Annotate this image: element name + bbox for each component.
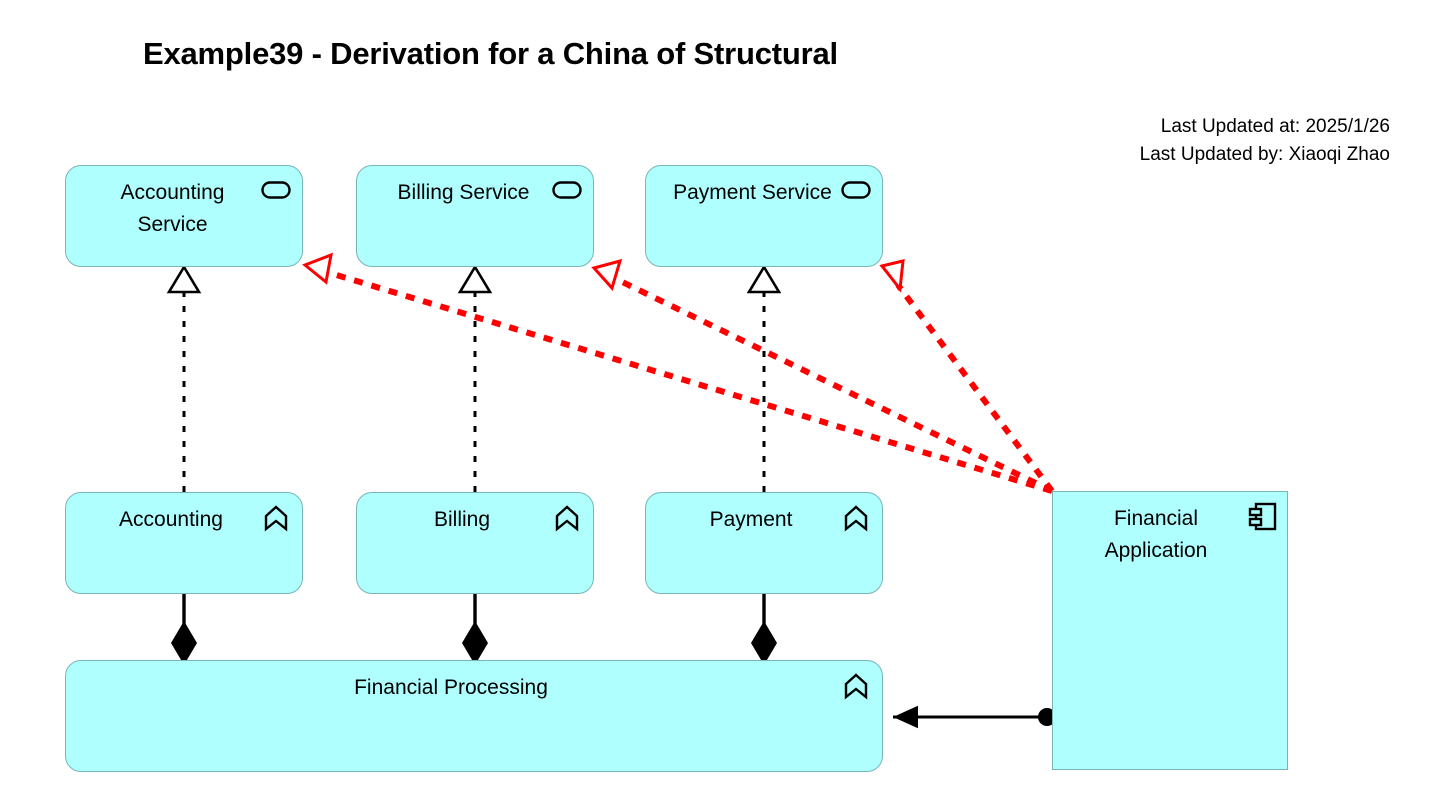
node-label: Billing Service [397,181,530,204]
node-label: Accounting [119,508,223,531]
rel-realization-payment [746,264,782,492]
rel-composition-accounting [171,594,197,665]
node-financial-application[interactable]: Financial Application [1052,491,1288,770]
application-service-icon [840,176,872,206]
node-billing-service[interactable]: Billing Service [356,165,594,267]
last-updated-by: Last Updated by: Xiaoqi Zhao [1139,143,1390,165]
node-accounting-service[interactable]: Accounting Service [65,165,303,267]
node-label: Payment Service [673,181,832,204]
rel-composition-billing [462,594,488,665]
application-function-icon [551,503,583,533]
application-service-icon [551,176,583,206]
node-label: Payment [709,508,793,531]
node-label: Accounting Service [120,181,225,236]
application-component-icon [1248,501,1278,533]
node-payment-service[interactable]: Payment Service [645,165,883,267]
rel-derived-billing-service [591,258,1054,494]
node-accounting[interactable]: Accounting [65,492,303,594]
rel-realization-accounting [166,264,202,492]
node-label: Financial Processing [354,676,548,699]
node-label: Financial Application [1104,507,1208,562]
application-service-icon [260,176,292,206]
rel-composition-payment [751,594,777,665]
application-function-icon [260,503,292,533]
application-function-icon [840,671,872,701]
last-updated-at: Last Updated at: 2025/1/26 [1160,116,1390,137]
node-payment[interactable]: Payment [645,492,883,594]
page-title: Example39 - Derivation for a China of St… [143,36,838,71]
application-function-icon [840,503,872,533]
rel-realization-billing [457,264,493,492]
node-financial-processing[interactable]: Financial Processing [65,660,883,772]
node-label: Billing [433,508,491,531]
node-billing[interactable]: Billing [356,492,594,594]
metadata-block: Last Updated at: 2025/1/26 Last Updated … [1140,113,1390,168]
rel-derived-accounting-service [302,252,1053,494]
rel-assignment-processing [893,705,1056,729]
rel-derived-payment-service [879,259,1055,493]
